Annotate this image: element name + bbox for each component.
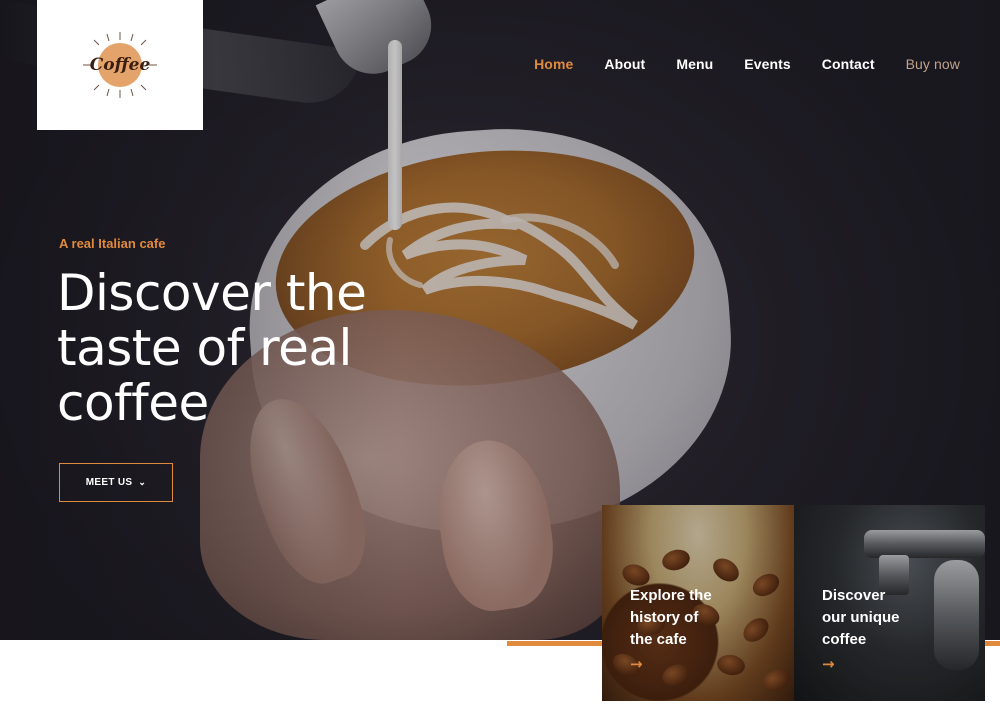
card-line: history of [630, 609, 699, 626]
logo-text: Coffee [90, 55, 151, 75]
card-coffee[interactable]: Discover our unique coffee → [794, 505, 985, 701]
card-coffee-title: Discover our unique coffee [822, 585, 962, 651]
card-line: Explore the [630, 587, 712, 604]
site-logo[interactable]: Coffee [37, 0, 203, 130]
nav-item-home[interactable]: Home [534, 56, 573, 72]
card-line: coffee [822, 631, 867, 648]
hero-headline: Discover the taste of real coffee [57, 266, 497, 431]
headline-line-3: coffee [57, 374, 209, 432]
card-line: our unique [822, 609, 900, 626]
headline-line-2: taste of real [57, 319, 352, 377]
headline-line-1: Discover the [57, 264, 367, 322]
accent-bar-right [985, 641, 1000, 646]
accent-bar [507, 641, 603, 646]
meet-us-label: MEET US [85, 477, 133, 488]
arrow-right-icon[interactable]: → [630, 655, 643, 673]
card-history[interactable]: Explore the history of the cafe → [602, 505, 794, 701]
nav-item-about[interactable]: About [604, 56, 645, 72]
nav-item-contact[interactable]: Contact [822, 56, 875, 72]
hero-eyebrow: A real Italian cafe [59, 236, 166, 251]
buy-now-link[interactable]: Buy now [906, 56, 960, 72]
nav-item-events[interactable]: Events [744, 56, 791, 72]
coffee-logo-icon: Coffee [83, 32, 157, 98]
chevron-down-icon: ⌄ [138, 477, 147, 487]
card-line: the cafe [630, 631, 687, 648]
card-line: Discover [822, 587, 886, 604]
main-nav: Home About Menu Events Contact Buy now [503, 56, 960, 72]
arrow-right-icon[interactable]: → [822, 655, 835, 673]
card-history-title: Explore the history of the cafe [630, 585, 770, 651]
meet-us-button[interactable]: MEET US ⌄ [59, 463, 173, 502]
nav-item-menu[interactable]: Menu [676, 56, 713, 72]
